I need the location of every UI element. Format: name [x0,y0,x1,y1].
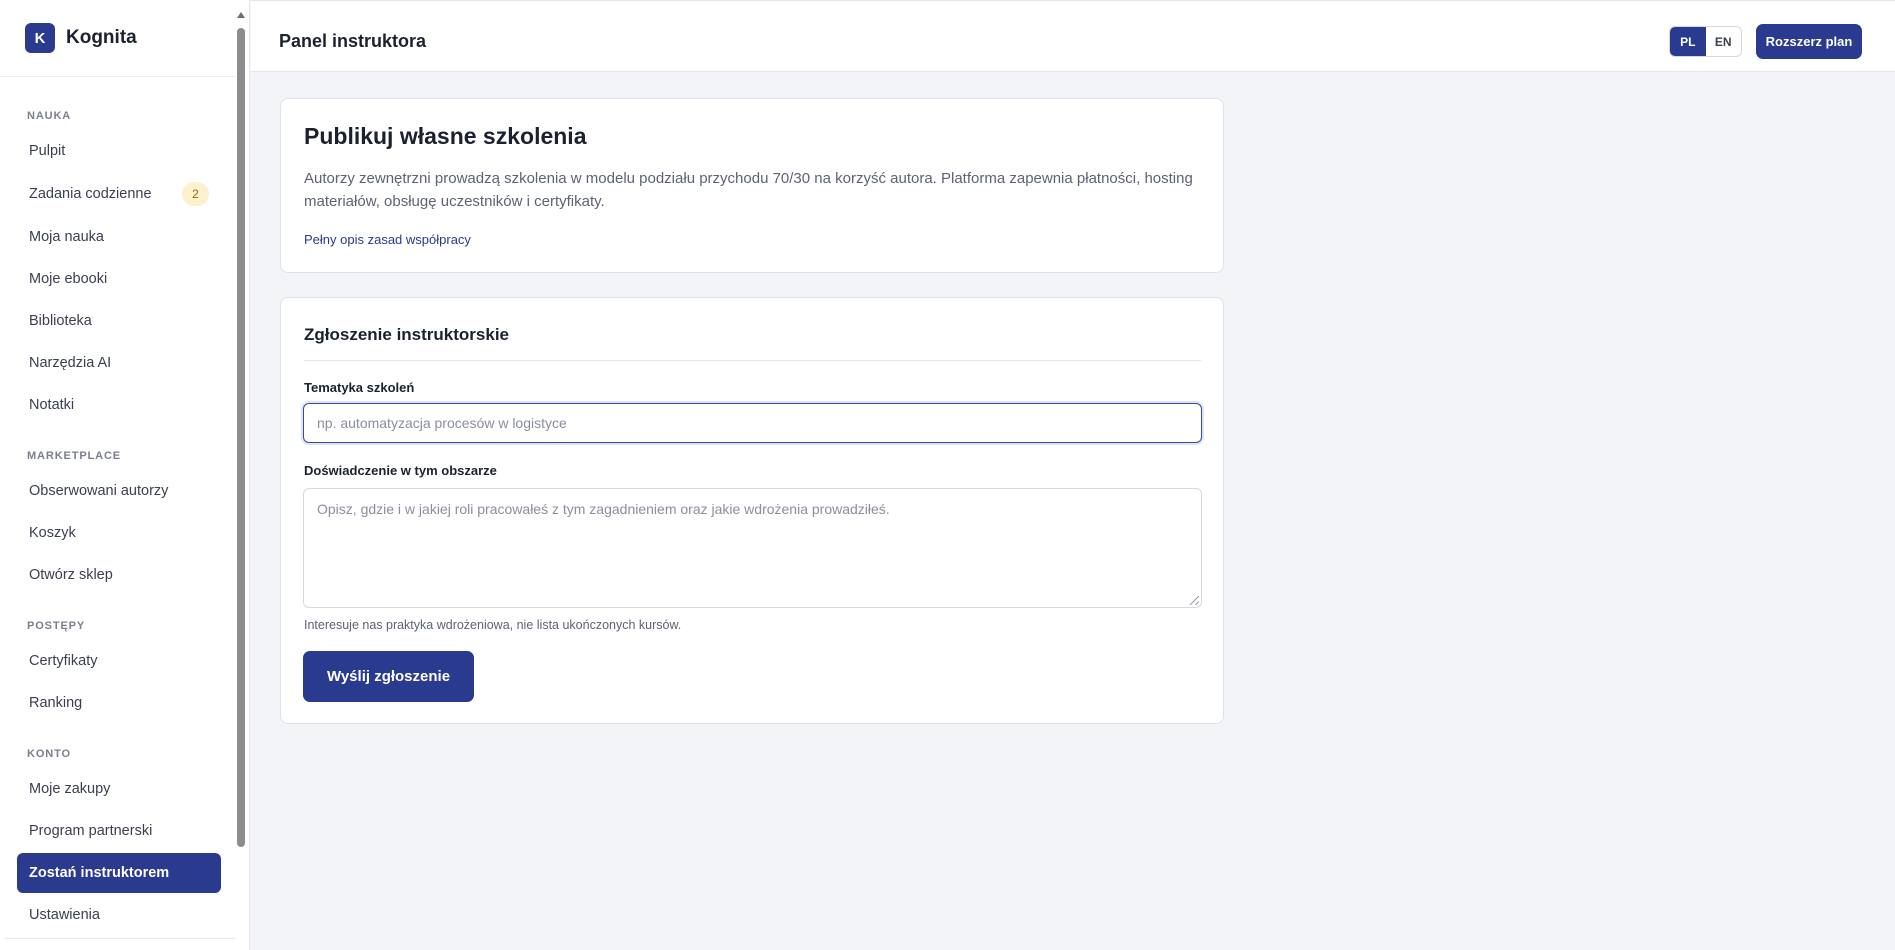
sidebar-item-ebooki[interactable]: Moje ebooki [17,259,221,299]
section-title-konto: KONTO [27,748,71,760]
top-bar: Panel instruktora PL EN Rozszerz plan [251,0,1895,72]
sidebar-item-notatki[interactable]: Notatki [17,385,221,425]
sidebar-item-pulpit[interactable]: Pulpit [17,131,221,171]
sidebar-item-label: Zadania codzienne [29,186,152,202]
page-title: Panel instruktora [279,31,427,51]
sidebar-nav: NAUKA Pulpit Zadania codzienne 2 Moja na… [0,77,249,935]
sidebar-item-ranking[interactable]: Ranking [17,683,221,723]
scroll-up-arrow-icon[interactable] [237,12,245,18]
scrollbar-thumb[interactable] [237,28,245,847]
topic-label: Tematyka szkoleń [304,380,415,395]
section-title-marketplace: MARKETPLACE [27,450,122,462]
sidebar-item-koszyk[interactable]: Koszyk [17,513,221,553]
language-switch: PL EN [1669,26,1742,57]
intro-description: Autorzy zewnętrzni prowadzą szkolenia w … [304,170,1193,210]
topic-input[interactable]: np. automatyzacja procesów w logistyce [303,403,1202,443]
sidebar-scrollbar[interactable] [236,12,246,950]
brand-name: Kognita [66,27,137,48]
intro-card: Publikuj własne szkolenia Autorzy zewnęt… [280,98,1224,273]
upgrade-plan-button[interactable]: Rozszerz plan [1756,24,1862,59]
sidebar-item-instruktor[interactable]: Zostań instruktorem [17,853,221,893]
sidebar-item-ustawienia[interactable]: Ustawienia [17,895,221,935]
experience-placeholder: Opisz, gdzie i w jakiej roli pracowałeś … [317,501,890,517]
section-title-postepy: POSTĘPY [27,620,86,632]
sidebar-item-label: Ranking [29,695,83,711]
sidebar: K Kognita NAUKA Pulpit Zadania codzienne… [0,0,250,950]
sidebar-item-biblioteka[interactable]: Biblioteka [17,301,221,341]
sidebar-item-label: Otwórz sklep [29,567,113,583]
sidebar-item-zadania[interactable]: Zadania codzienne 2 [17,174,221,214]
lang-pl-button[interactable]: PL [1670,27,1706,56]
experience-hint: Interesuje nas praktyka wdrożeniowa, nie… [304,618,682,632]
cooperation-rules-link[interactable]: Pełny opis zasad współpracy [304,232,471,247]
sidebar-item-label: Moja nauka [29,229,104,245]
sidebar-item-label: Ustawienia [29,907,100,923]
count-badge: 2 [182,182,209,206]
form-title: Zgłoszenie instruktorskie [304,325,509,344]
sidebar-item-label: Moje zakupy [29,781,111,797]
sidebar-item-label: Narzędzia AI [29,355,112,371]
submit-application-button[interactable]: Wyślij zgłoszenie [303,651,474,702]
application-form-card: Zgłoszenie instruktorskie Tematyka szkol… [280,297,1224,724]
sidebar-item-moja-nauka[interactable]: Moja nauka [17,217,221,257]
sidebar-item-label: Pulpit [29,143,66,159]
sidebar-item-label: Obserwowani autorzy [29,483,169,499]
sidebar-item-sklep[interactable]: Otwórz sklep [17,555,221,595]
sidebar-item-certyfikaty[interactable]: Certyfikaty [17,641,221,681]
sidebar-item-partnerski[interactable]: Program partnerski [17,811,221,851]
form-divider [304,360,1201,361]
sidebar-item-label: Notatki [29,397,75,413]
sidebar-item-zakupy[interactable]: Moje zakupy [17,769,221,809]
sidebar-item-label: Moje ebooki [29,271,108,287]
experience-label: Doświadczenie w tym obszarze [304,463,497,478]
brand-logo: K [25,23,55,53]
resize-grip-icon[interactable] [1190,596,1199,605]
section-title-nauka: NAUKA [27,110,72,122]
sidebar-item-label: Certyfikaty [29,653,98,669]
experience-textarea[interactable]: Opisz, gdzie i w jakiej roli pracowałeś … [303,488,1202,608]
sidebar-item-label: Biblioteka [29,313,92,329]
brand[interactable]: K Kognita [0,0,235,77]
sidebar-item-narzedzia[interactable]: Narzędzia AI [17,343,221,383]
intro-title: Publikuj własne szkolenia [304,123,587,149]
sidebar-item-obserwowani[interactable]: Obserwowani autorzy [17,471,221,511]
sidebar-divider [5,938,235,939]
sidebar-item-label: Koszyk [29,525,76,541]
sidebar-item-label: Zostań instruktorem [29,865,170,881]
lang-en-button[interactable]: EN [1706,27,1742,56]
sidebar-item-label: Program partnerski [29,823,153,839]
